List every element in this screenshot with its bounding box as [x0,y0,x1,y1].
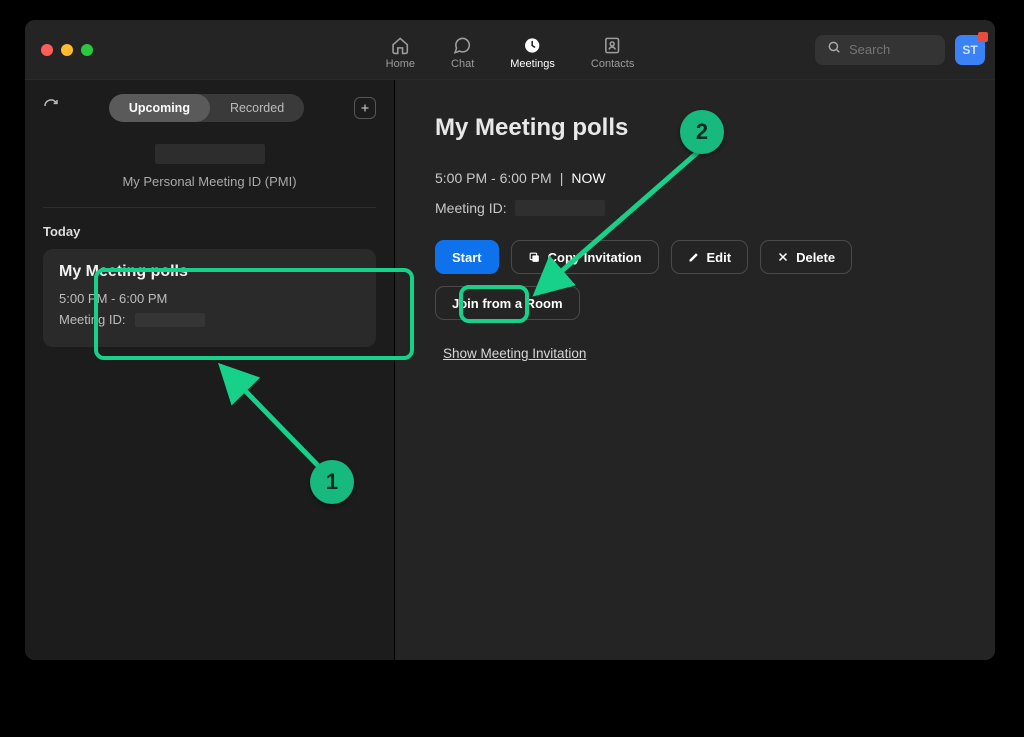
meeting-item-title: My Meeting polls [59,263,360,281]
maximize-window-button[interactable] [81,44,93,56]
profile-avatar[interactable]: ST [955,35,985,65]
nav-meetings[interactable]: Meetings [510,30,555,70]
meetings-segmented-control: Upcoming Recorded [109,94,304,122]
start-button[interactable]: Start [435,240,499,274]
window-controls [41,44,93,56]
edit-button[interactable]: Edit [671,240,749,274]
detail-id-redacted [515,200,605,216]
detail-button-row-2: Join from a Room [435,286,955,320]
pencil-icon [688,251,700,263]
nav-chat-label: Chat [451,58,474,70]
clock-icon [523,36,543,56]
meeting-item-time: 5:00 PM - 6:00 PM [59,289,360,310]
search-icon [827,40,841,59]
delete-label: Delete [796,250,835,265]
meeting-detail-panel: My Meeting polls 5:00 PM - 6:00 PM | NOW… [395,80,995,660]
avatar-initials: ST [962,43,977,57]
add-meeting-button[interactable] [354,97,376,119]
top-nav: Home Chat Meetings Contacts [386,30,635,70]
tab-recorded[interactable]: Recorded [210,94,304,122]
nav-home[interactable]: Home [386,30,415,70]
x-icon [777,251,789,263]
minimize-window-button[interactable] [61,44,73,56]
pmi-block[interactable]: My Personal Meeting ID (PMI) [25,136,394,207]
delete-button[interactable]: Delete [760,240,852,274]
nav-chat[interactable]: Chat [451,30,474,70]
join-from-room-button[interactable]: Join from a Room [435,286,580,320]
show-invitation-link[interactable]: Show Meeting Invitation [443,346,586,361]
meeting-list-item[interactable]: My Meeting polls 5:00 PM - 6:00 PM Meeti… [43,249,376,347]
meeting-item-id-label: Meeting ID: [59,312,125,327]
detail-title: My Meeting polls [435,114,955,142]
sidebar-toolbar: Upcoming Recorded [25,80,394,136]
detail-time: 5:00 PM - 6:00 PM [435,170,552,186]
refresh-button[interactable] [43,98,59,119]
search-input[interactable] [849,42,929,57]
pmi-value-redacted [155,144,265,164]
pmi-label: My Personal Meeting ID (PMI) [25,174,394,189]
detail-now-badge: NOW [571,170,605,186]
nav-home-label: Home [386,58,415,70]
tab-upcoming[interactable]: Upcoming [109,94,210,122]
copy-icon [528,251,541,264]
titlebar-right: ST [815,35,985,65]
sidebar: Upcoming Recorded My Personal Meeting ID… [25,80,395,660]
chat-icon [453,36,473,56]
copy-invitation-button[interactable]: Copy Invitation [511,240,659,274]
home-icon [390,36,410,56]
edit-label: Edit [707,250,732,265]
copy-invitation-label: Copy Invitation [548,250,642,265]
detail-button-row: Start Copy Invitation Edit [435,240,955,274]
titlebar: Home Chat Meetings Contacts [25,20,995,80]
meeting-item-id-row: Meeting ID: [59,310,360,331]
close-window-button[interactable] [41,44,53,56]
detail-separator: | [560,170,564,186]
detail-id-row: Meeting ID: [435,200,955,216]
meeting-item-id-redacted [135,313,205,327]
detail-time-row: 5:00 PM - 6:00 PM | NOW [435,170,955,186]
detail-id-label: Meeting ID: [435,200,507,216]
nav-meetings-label: Meetings [510,58,555,70]
contacts-icon [603,36,623,56]
nav-contacts-label: Contacts [591,58,634,70]
app-body: Upcoming Recorded My Personal Meeting ID… [25,80,995,660]
today-heading: Today [25,208,394,249]
search-box[interactable] [815,35,945,65]
app-window: Home Chat Meetings Contacts [25,20,995,660]
nav-contacts[interactable]: Contacts [591,30,634,70]
